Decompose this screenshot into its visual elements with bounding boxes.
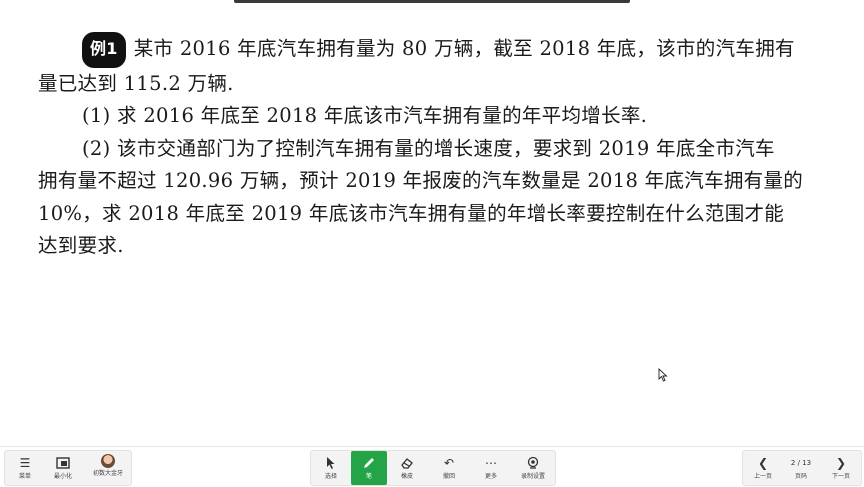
minimize-icon: [45, 454, 81, 472]
intro-text-1: 某市 2016 年底汽车拥有量为 80 万辆，截至 2018 年底，该市的汽车拥…: [133, 37, 795, 60]
mouse-cursor-icon: [658, 368, 668, 382]
pointer-icon: [313, 454, 349, 472]
eraser-label: 橡皮: [400, 473, 413, 480]
chevron-right-icon: ❯: [835, 456, 847, 470]
more-label: 更多: [484, 473, 497, 480]
question-2-line-2: 拥有量不超过 120.96 万辆，预计 2019 年报废的汽车数量是 2018 …: [38, 169, 804, 192]
next-page-button[interactable]: ❯ 下一页: [823, 451, 859, 485]
question-2-line-1: (2) 该市交通部门为了控制汽车拥有量的增长速度，要求到 2019 年底全市汽车: [82, 136, 775, 160]
eraser-tool-button[interactable]: 橡皮: [389, 451, 425, 485]
pen-icon: [351, 454, 387, 472]
center-tool-group: 选择 笔 橡皮 ↶ 撤回 ⋯ 更多 录制设置: [310, 450, 556, 486]
record-icon: [515, 454, 551, 472]
next-page-label: 下一页: [831, 473, 850, 480]
problem-text: 例1 某市 2016 年底汽车拥有量为 80 万辆，截至 2018 年底，该市的汽…: [38, 32, 828, 263]
record-settings-button[interactable]: 录制设置: [515, 451, 551, 485]
select-label: 选择: [324, 473, 337, 480]
record-settings-label: 录制设置: [520, 473, 545, 480]
avatar: [101, 454, 115, 468]
question-2-line-4: 达到要求.: [38, 234, 124, 257]
undo-icon: ↶: [443, 456, 455, 470]
menu-icon: ☰: [19, 456, 31, 470]
profile-button[interactable]: 初数大金牙: [87, 451, 129, 485]
more-button[interactable]: ⋯ 更多: [473, 451, 509, 485]
minimize-label: 最小化: [53, 473, 72, 480]
bottom-toolbar: ☰ 菜单 最小化 初数大金牙 选择 笔 橡皮 ↶ 撤回 ⋯ 更多 录制设置 ❮ …: [0, 446, 864, 487]
minimize-button[interactable]: 最小化: [45, 451, 81, 485]
select-tool-button[interactable]: 选择: [313, 451, 349, 485]
more-icon: ⋯: [485, 456, 497, 470]
example-badge: 例1: [82, 32, 126, 68]
page-label: 页码: [794, 473, 807, 480]
menu-label: 菜单: [18, 473, 31, 480]
menu-button[interactable]: ☰ 菜单: [7, 451, 43, 485]
left-tool-group: ☰ 菜单 最小化 初数大金牙: [4, 450, 132, 486]
page-number: 2 / 13: [790, 459, 812, 467]
question-1: (1) 求 2016 年底至 2018 年底该市汽车拥有量的年平均增长率.: [82, 104, 648, 127]
eraser-icon: [389, 454, 425, 472]
pen-tool-button[interactable]: 笔: [351, 451, 387, 485]
undo-button[interactable]: ↶ 撤回: [431, 451, 467, 485]
page-nav-group: ❮ 上一页 2 / 13 页码 ❯ 下一页: [742, 450, 862, 486]
page-indicator[interactable]: 2 / 13 页码: [783, 451, 819, 485]
undo-label: 撤回: [442, 473, 455, 480]
window-top-bar: [234, 0, 630, 3]
prev-page-label: 上一页: [753, 473, 772, 480]
profile-label: 初数大金牙: [92, 470, 123, 477]
chevron-left-icon: ❮: [757, 456, 769, 470]
question-2-line-3: 10%，求 2018 年底至 2019 年底该市汽车拥有量的年增长率要控制在什么…: [38, 201, 785, 225]
problem-intro-line-2: 量已达到 115.2 万辆.: [38, 71, 234, 95]
problem-intro-line-1: 例1 某市 2016 年底汽车拥有量为 80 万辆，截至 2018 年底，该市的汽…: [38, 32, 828, 68]
pen-label: 笔: [365, 473, 372, 480]
prev-page-button[interactable]: ❮ 上一页: [745, 451, 781, 485]
